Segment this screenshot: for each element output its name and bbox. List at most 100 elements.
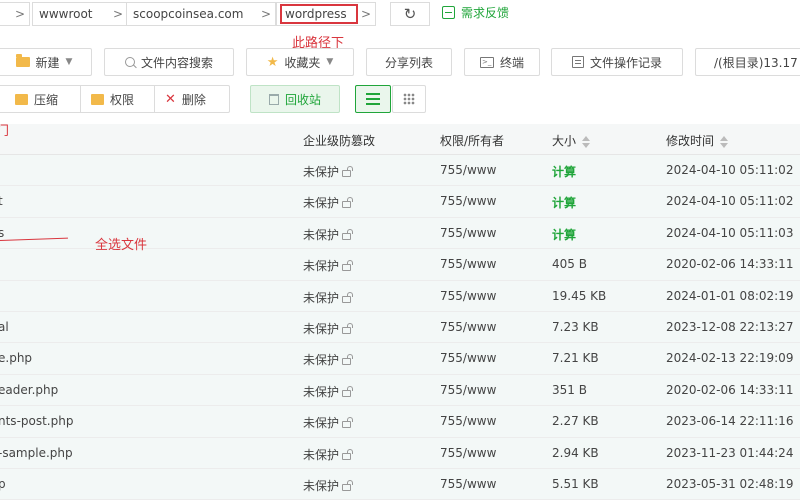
file-size: 405 B bbox=[552, 257, 587, 272]
file-size: 19.45 KB bbox=[552, 288, 607, 303]
column-header-size[interactable]: 大小 bbox=[552, 132, 591, 149]
feedback-link[interactable]: 需求反馈 bbox=[442, 4, 509, 21]
modified-time: 2023-06-14 22:11:16 bbox=[666, 414, 794, 429]
modified-time: 2024-04-10 05:11:02 bbox=[666, 194, 794, 209]
lock-icon[interactable] bbox=[342, 166, 354, 177]
lock-icon[interactable] bbox=[342, 291, 354, 303]
modified-time: 2024-01-01 08:02:19 bbox=[666, 288, 794, 303]
trash-icon bbox=[268, 93, 279, 105]
table-row[interactable]: al 未保护 755/www 7.23 KB 2023-12-08 22:13:… bbox=[0, 311, 800, 344]
table-row[interactable]: 未保护 755/www 19.45 KB 2024-01-01 08:02:19 bbox=[0, 280, 800, 312]
modified-time: 2023-11-23 01:44:24 bbox=[666, 445, 794, 460]
size-calculate-link[interactable]: 计算 bbox=[552, 194, 576, 211]
file-name[interactable]: s bbox=[0, 226, 4, 240]
sort-icon bbox=[582, 135, 591, 148]
protection-status: 未保护 bbox=[303, 383, 354, 400]
breadcrumb-item-wordpress[interactable]: wordpress bbox=[280, 4, 358, 24]
list-view-toggle[interactable] bbox=[355, 85, 391, 113]
protection-status: 未保护 bbox=[303, 257, 354, 274]
permission-owner[interactable]: 755/www bbox=[440, 383, 496, 397]
permission-owner[interactable]: 755/www bbox=[440, 257, 496, 271]
chevron-right-icon: > bbox=[112, 7, 123, 21]
chevron-down-icon: ▼ bbox=[326, 57, 334, 67]
permission-owner[interactable]: 755/www bbox=[440, 477, 496, 491]
file-size: 5.51 KB bbox=[552, 476, 599, 491]
log-icon bbox=[571, 56, 584, 68]
lock-icon[interactable] bbox=[342, 228, 354, 240]
lock-icon[interactable] bbox=[342, 197, 354, 209]
folder-lock-icon bbox=[91, 93, 104, 105]
column-header-permission[interactable]: 权限/所有者 bbox=[440, 132, 504, 149]
lock-icon[interactable] bbox=[342, 417, 354, 429]
grid-view-toggle[interactable] bbox=[392, 85, 426, 113]
permission-owner[interactable]: 755/www bbox=[440, 163, 496, 177]
protection-status: 未保护 bbox=[303, 351, 354, 368]
content-search-button[interactable]: 文件内容搜索 bbox=[104, 48, 234, 76]
delete-button[interactable]: ✕ 删除 bbox=[155, 86, 229, 112]
search-icon bbox=[124, 57, 135, 67]
favorites-button[interactable]: ★ 收藏夹 ▼ bbox=[246, 48, 354, 76]
close-icon: ✕ bbox=[165, 91, 176, 107]
table-row[interactable]: eader.php 未保护 755/www 351 B 2020-02-06 1… bbox=[0, 374, 800, 407]
root-path-button[interactable]: /(根目录)13.17 bbox=[695, 48, 800, 76]
new-button[interactable]: 新建 ▼ bbox=[0, 48, 92, 76]
refresh-button[interactable]: ↻ bbox=[390, 2, 430, 26]
table-row[interactable]: p 未保护 755/www 5.51 KB 2023-05-31 02:48:1… bbox=[0, 468, 800, 500]
modified-time: 2024-02-13 22:19:09 bbox=[666, 351, 794, 366]
annotation-left-cut: 门 bbox=[0, 124, 10, 139]
file-name[interactable]: -sample.php bbox=[0, 446, 73, 460]
size-calculate-link[interactable]: 计算 bbox=[552, 226, 576, 243]
table-row[interactable]: t 未保护 755/www 计算 2024-04-10 05:11:02 bbox=[0, 186, 800, 218]
chevron-right-icon: > bbox=[360, 7, 371, 21]
table-row[interactable]: 未保护 755/www 405 B 2020-02-06 14:33:11 bbox=[0, 249, 800, 281]
permission-owner[interactable]: 755/www bbox=[440, 351, 496, 365]
terminal-button[interactable]: >_ 终端 bbox=[464, 48, 540, 76]
lock-icon[interactable] bbox=[342, 448, 354, 460]
modified-time: 2024-04-10 05:11:02 bbox=[666, 163, 794, 177]
file-log-button[interactable]: 文件操作记录 bbox=[551, 48, 683, 76]
file-name[interactable]: al bbox=[0, 320, 9, 334]
column-header-protection[interactable]: 企业级防篡改 bbox=[303, 132, 375, 149]
permission-owner[interactable]: 755/www bbox=[440, 289, 496, 303]
protection-status: 未保护 bbox=[303, 226, 354, 243]
breadcrumb-item-root[interactable]: > bbox=[0, 2, 30, 26]
column-header-mtime[interactable]: 修改时间 bbox=[666, 132, 729, 149]
chevron-right-icon: > bbox=[260, 7, 271, 21]
modified-time: 2020-02-06 14:33:11 bbox=[666, 382, 794, 397]
lock-icon[interactable] bbox=[342, 260, 354, 272]
lock-icon[interactable] bbox=[342, 385, 354, 397]
file-size: 2.94 KB bbox=[552, 445, 599, 460]
table-row[interactable]: nts-post.php 未保护 755/www 2.27 KB 2023-06… bbox=[0, 406, 800, 438]
permission-owner[interactable]: 755/www bbox=[440, 226, 496, 240]
breadcrumb-item-wwwroot[interactable]: wwwroot > bbox=[32, 2, 128, 26]
protection-status: 未保护 bbox=[303, 477, 354, 494]
modified-time: 2020-02-06 14:33:11 bbox=[666, 257, 794, 272]
permission-owner[interactable]: 755/www bbox=[440, 414, 496, 428]
compress-button[interactable]: 压缩 bbox=[0, 86, 81, 112]
file-name[interactable]: t bbox=[0, 194, 3, 208]
archive-icon bbox=[15, 93, 28, 105]
protection-status: 未保护 bbox=[303, 163, 354, 180]
permission-button[interactable]: 权限 bbox=[81, 86, 155, 112]
breadcrumb-item-domain[interactable]: scoopcoinsea.com > bbox=[126, 2, 276, 26]
recycle-bin-button[interactable]: 回收站 bbox=[250, 85, 340, 113]
chevron-down-icon: ▼ bbox=[65, 57, 73, 67]
star-icon: ★ bbox=[266, 54, 279, 70]
table-row[interactable]: 未保护 755/www 计算 2024-04-10 05:11:02 bbox=[0, 155, 800, 187]
lock-icon[interactable] bbox=[342, 479, 354, 491]
permission-owner[interactable]: 755/www bbox=[440, 320, 496, 334]
permission-owner[interactable]: 755/www bbox=[440, 446, 496, 460]
size-calculate-link[interactable]: 计算 bbox=[552, 163, 576, 180]
file-name[interactable]: p bbox=[0, 477, 6, 491]
lock-icon[interactable] bbox=[342, 354, 354, 366]
file-name[interactable]: e.php bbox=[0, 351, 32, 365]
share-list-button[interactable]: 分享列表 bbox=[366, 48, 452, 76]
lock-icon[interactable] bbox=[342, 322, 354, 334]
file-name[interactable]: nts-post.php bbox=[0, 414, 73, 428]
modified-time: 2024-04-10 05:11:03 bbox=[666, 225, 794, 240]
table-row[interactable]: e.php 未保护 755/www 7.21 KB 2024-02-13 22:… bbox=[0, 343, 800, 375]
refresh-icon: ↻ bbox=[403, 5, 417, 23]
permission-owner[interactable]: 755/www bbox=[440, 194, 496, 208]
file-name[interactable]: eader.php bbox=[0, 383, 58, 397]
table-row[interactable]: -sample.php 未保护 755/www 2.94 KB 2023-11-… bbox=[0, 437, 800, 469]
